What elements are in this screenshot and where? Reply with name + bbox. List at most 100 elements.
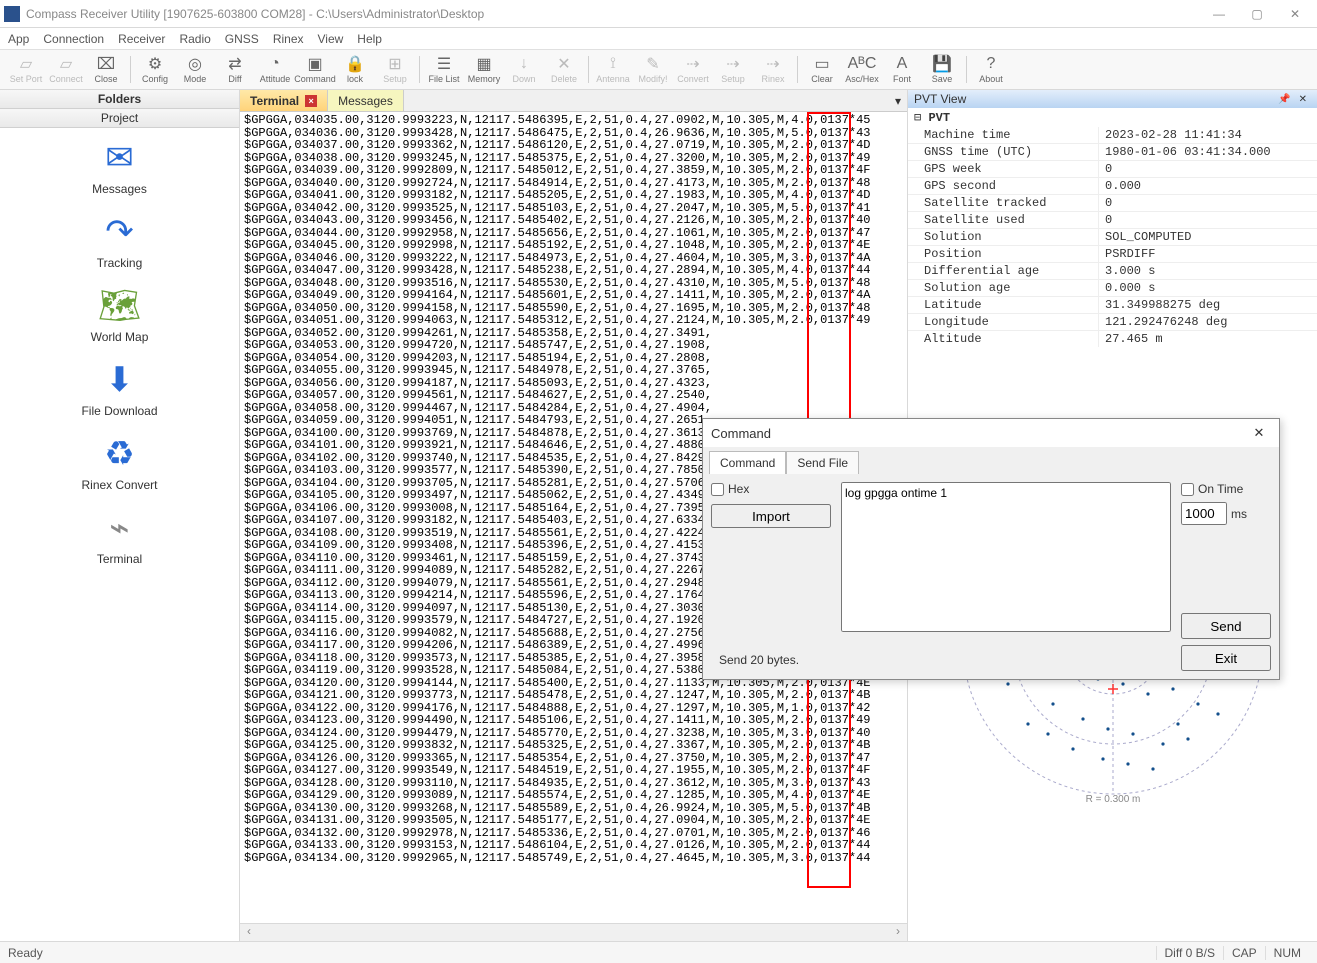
minimize-button[interactable]: —	[1201, 3, 1237, 25]
toolbar-label: lock	[347, 73, 363, 85]
pvt-value: 3.000 s	[1098, 263, 1317, 279]
toolbar-config[interactable]: ⚙Config	[135, 52, 175, 87]
menu-view[interactable]: View	[318, 32, 344, 46]
toolbar-attitude[interactable]: ◔Attitude	[255, 52, 295, 87]
exit-button[interactable]: Exit	[1181, 645, 1271, 671]
toolbar-close[interactable]: ⌧Close	[86, 52, 126, 87]
toolbar: ▱Set Port▱Connect⌧Close⚙Config◎Mode⇄Diff…	[0, 50, 1317, 90]
pin-icon[interactable]: 📌	[1278, 94, 1290, 105]
toolbar-label: Close	[94, 73, 117, 85]
pvt-value: 0.000 s	[1098, 280, 1317, 296]
attitude-icon: ◔	[270, 55, 280, 73]
close-icon[interactable]: ×	[305, 95, 317, 107]
toolbar-set-port: ▱Set Port	[6, 52, 46, 87]
close-pvt-icon[interactable]: ✕	[1299, 94, 1307, 105]
sidebar-item-messages[interactable]: ✉Messages	[60, 138, 180, 196]
toolbar-font[interactable]: AFont	[882, 52, 922, 87]
toolbar-label: Mode	[184, 73, 207, 85]
pvt-row: SolutionSOL_COMPUTED	[908, 228, 1317, 245]
toolbar-mode[interactable]: ◎Mode	[175, 52, 215, 87]
toolbar-lock[interactable]: 🔒lock	[335, 52, 375, 87]
scroll-track[interactable]	[258, 924, 889, 941]
status-num: NUM	[1265, 946, 1309, 960]
sidebar-item-label: World Map	[91, 330, 149, 344]
hex-checkbox-row[interactable]: Hex	[711, 482, 831, 496]
pvt-key: Satellite tracked	[908, 195, 1098, 211]
pvt-group-header[interactable]: PVT	[908, 108, 1317, 127]
menu-receiver[interactable]: Receiver	[118, 32, 165, 46]
menu-app[interactable]: App	[8, 32, 29, 46]
menu-rinex[interactable]: Rinex	[273, 32, 304, 46]
toolbar-asc-hex[interactable]: AᴮCAsc/Hex	[842, 52, 882, 87]
menu-radio[interactable]: Radio	[179, 32, 210, 46]
command-icon: ▣	[307, 55, 322, 73]
antenna-icon: ⟟	[610, 55, 616, 73]
toolbar-label: Antenna	[596, 73, 630, 85]
config-icon: ⚙	[148, 55, 162, 73]
command-dialog-close-icon[interactable]: ✕	[1247, 423, 1271, 443]
pvt-key: Satellite used	[908, 212, 1098, 228]
close-window-button[interactable]: ✕	[1277, 3, 1313, 25]
command-tab-command[interactable]: Command	[709, 451, 786, 474]
toolbar-command[interactable]: ▣Command	[295, 52, 335, 87]
import-button[interactable]: Import	[711, 504, 831, 528]
hex-checkbox[interactable]	[711, 483, 724, 496]
pvt-value: PSRDIFF	[1098, 246, 1317, 262]
ontime-checkbox[interactable]	[1181, 483, 1194, 496]
sidebar-item-file-download[interactable]: ⬇File Download	[60, 360, 180, 418]
pvt-value: SOL_COMPUTED	[1098, 229, 1317, 245]
pvt-row: Satellite used0	[908, 211, 1317, 228]
command-status: Send 20 bytes.	[711, 649, 831, 671]
scroll-right-icon[interactable]: ›	[889, 924, 907, 941]
tabs-dropdown[interactable]: ▾	[889, 90, 907, 111]
toolbar-about[interactable]: ?About	[971, 52, 1011, 87]
asc-hex-icon: AᴮC	[848, 55, 877, 73]
command-dialog-title-bar[interactable]: Command ✕	[703, 419, 1279, 447]
tab-terminal[interactable]: Terminal ×	[240, 90, 328, 111]
toolbar-label: Rinex	[761, 73, 784, 85]
sidebar-items: ✉Messages ↷Tracking 🗺World Map ⬇File Downlo…	[0, 128, 239, 941]
tab-messages[interactable]: Messages	[328, 90, 404, 111]
toolbar-label: Convert	[677, 73, 709, 85]
tabs-row: Terminal × Messages ▾	[240, 90, 907, 112]
scroll-left-icon[interactable]: ‹	[240, 924, 258, 941]
setup-icon: ⊞	[388, 55, 401, 73]
maximize-button[interactable]: ▢	[1239, 3, 1275, 25]
interval-input[interactable]	[1181, 502, 1227, 525]
sidebar-item-rinex-convert[interactable]: ♻Rinex Convert	[60, 434, 180, 492]
toolbar-delete: ✕Delete	[544, 52, 584, 87]
pvt-row: Longitude121.292476248 deg	[908, 313, 1317, 330]
command-dialog-tabs: Command Send File	[703, 447, 1279, 474]
status-ready: Ready	[8, 946, 43, 960]
toolbar-save[interactable]: 💾Save	[922, 52, 962, 87]
down-icon: ↓	[520, 55, 528, 73]
command-textarea[interactable]	[841, 482, 1171, 632]
pvt-key: Longitude	[908, 314, 1098, 330]
pvt-value: 31.349988275 deg	[1098, 297, 1317, 313]
sidebar-item-tracking[interactable]: ↷Tracking	[60, 212, 180, 270]
toolbar-label: Attitude	[260, 73, 291, 85]
menu-help[interactable]: Help	[357, 32, 382, 46]
send-button[interactable]: Send	[1181, 613, 1271, 639]
toolbar-file-list[interactable]: ☰File List	[424, 52, 464, 87]
menu-gnss[interactable]: GNSS	[225, 32, 259, 46]
ontime-checkbox-row[interactable]: On Time	[1181, 482, 1271, 496]
command-tab-sendfile[interactable]: Send File	[786, 451, 859, 474]
pvt-row: Solution age0.000 s	[908, 279, 1317, 296]
status-bar: Ready Diff 0 B/S CAP NUM	[0, 941, 1317, 963]
sidebar-item-terminal[interactable]: ⌁Terminal	[60, 508, 180, 566]
memory-icon: ▦	[476, 55, 491, 73]
toolbar-clear[interactable]: ▭Clear	[802, 52, 842, 87]
pvt-title-bar: PVT View 📌 ✕	[908, 90, 1317, 108]
toolbar-memory[interactable]: ▦Memory	[464, 52, 504, 87]
horizontal-scrollbar[interactable]: ‹ ›	[240, 923, 907, 941]
sidebar-item-label: Terminal	[97, 552, 142, 566]
pvt-key: Latitude	[908, 297, 1098, 313]
rinex-convert-icon: ♻	[104, 434, 134, 474]
sidebar-item-world-map[interactable]: 🗺World Map	[60, 286, 180, 344]
toolbar-label: Delete	[551, 73, 577, 85]
toolbar-label: Asc/Hex	[845, 73, 879, 85]
sidebar: Folders Project ✉Messages↷Tracking🗺World…	[0, 90, 240, 941]
toolbar-diff[interactable]: ⇄Diff	[215, 52, 255, 87]
menu-connection[interactable]: Connection	[43, 32, 104, 46]
